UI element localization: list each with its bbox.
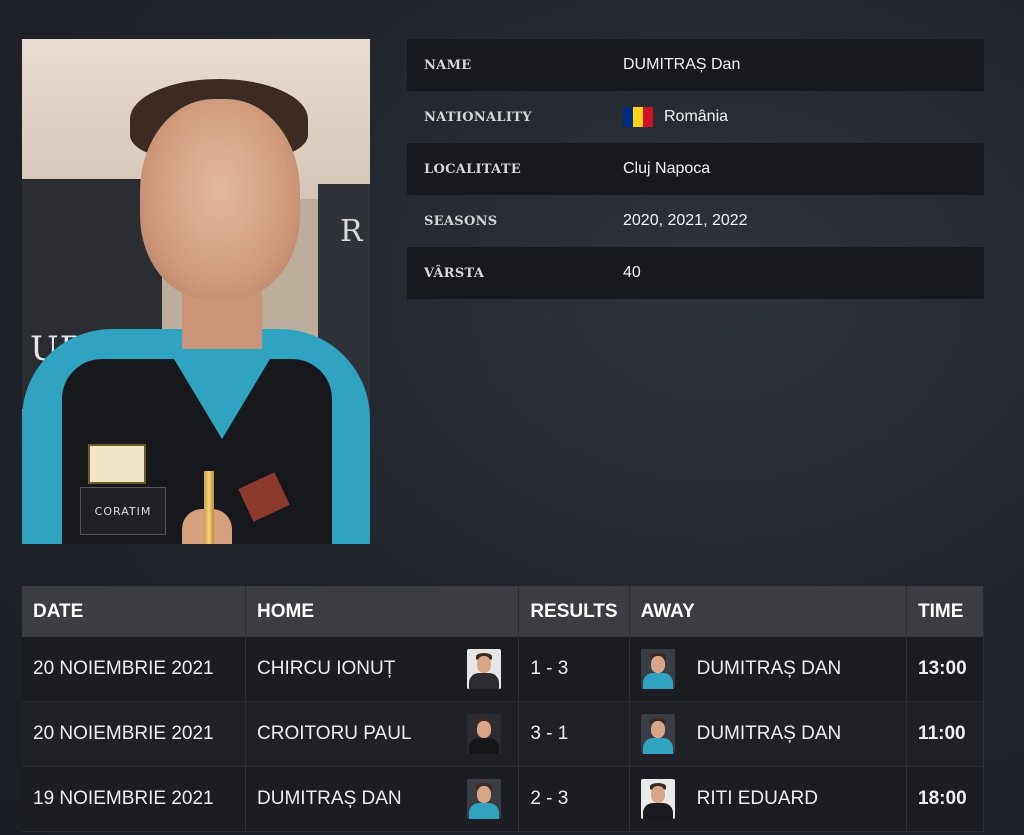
away-player-link[interactable]: RITI EDUARD (697, 788, 818, 810)
photo-cue (204, 471, 214, 544)
matches-table: DATE HOME RESULTS AWAY TIME 20 NOIEMBRIE… (22, 586, 984, 832)
match-date: 20 NOIEMBRIE 2021 (22, 701, 247, 767)
player-info-table: NAME DUMITRAȘ Dan NATIONALITY România LO… (407, 39, 984, 299)
photo-patch (88, 444, 146, 484)
away-player-avatar-icon[interactable] (640, 779, 675, 819)
photo-sponsor-patch: CORATIM (80, 487, 166, 535)
info-value: 2020, 2021, 2022 (623, 212, 748, 229)
player-photo: URY R CORATIM (22, 39, 370, 544)
info-row-localitate: LOCALITATE Cluj Napoca (407, 143, 984, 195)
match-time: 13:00 (906, 637, 984, 702)
match-time: 18:00 (906, 766, 984, 832)
info-row-varsta: VÂRSTA 40 (407, 247, 984, 299)
column-header-away[interactable]: AWAY (629, 586, 908, 637)
table-row[interactable]: 20 NOIEMBRIE 2021 CHIRCU IONUȚ 1 - 3 DUM… (22, 637, 984, 702)
home-player-link[interactable]: CHIRCU IONUȚ (257, 658, 395, 680)
column-header-time[interactable]: TIME (906, 586, 984, 637)
match-date: 19 NOIEMBRIE 2021 (22, 766, 247, 832)
away-player-link[interactable]: DUMITRAȘ DAN (697, 658, 842, 680)
match-home: CROITORU PAUL (245, 701, 520, 767)
match-result: 1 - 3 (518, 637, 630, 702)
info-value: DUMITRAȘ Dan (623, 56, 741, 73)
table-row[interactable]: 19 NOIEMBRIE 2021 DUMITRAȘ DAN 2 - 3 RIT… (22, 766, 984, 832)
match-result: 2 - 3 (518, 766, 630, 832)
match-date: 20 NOIEMBRIE 2021 (22, 637, 247, 702)
romania-flag-icon (623, 107, 653, 127)
column-header-home[interactable]: HOME (245, 586, 520, 637)
match-result: 3 - 1 (518, 701, 630, 767)
home-player-link[interactable]: CROITORU PAUL (257, 723, 412, 745)
info-value: Cluj Napoca (623, 160, 711, 177)
match-away: DUMITRAȘ DAN (629, 701, 908, 767)
banner-text-right: R (340, 214, 363, 249)
photo-collar (162, 339, 282, 439)
home-player-link[interactable]: DUMITRAȘ DAN (257, 788, 402, 810)
match-away: DUMITRAȘ DAN (629, 637, 908, 702)
column-header-results[interactable]: RESULTS (518, 586, 630, 637)
home-player-avatar-icon[interactable] (467, 649, 502, 689)
info-row-seasons: SEASONS 2020, 2021, 2022 (407, 195, 984, 247)
info-value: 40 (623, 264, 641, 281)
info-label: SEASONS (424, 213, 498, 229)
home-player-avatar-icon[interactable] (467, 779, 502, 819)
table-row[interactable]: 20 NOIEMBRIE 2021 CROITORU PAUL 3 - 1 DU… (22, 701, 984, 767)
info-row-nationality: NATIONALITY România (407, 91, 984, 143)
match-home: DUMITRAȘ DAN (245, 766, 520, 832)
nationality-text: România (664, 108, 729, 125)
info-value-nationality: România (623, 107, 728, 127)
info-label: NATIONALITY (424, 109, 532, 125)
info-label: VÂRSTA (424, 265, 485, 281)
info-label: NAME (424, 57, 472, 73)
info-row-name: NAME DUMITRAȘ Dan (407, 39, 984, 91)
match-time: 11:00 (906, 701, 984, 767)
matches-header-row: DATE HOME RESULTS AWAY TIME (22, 586, 984, 637)
photo-head (140, 99, 300, 299)
away-player-link[interactable]: DUMITRAȘ DAN (697, 723, 842, 745)
match-away: RITI EDUARD (629, 766, 908, 832)
column-header-date[interactable]: DATE (22, 586, 247, 637)
info-label: LOCALITATE (424, 161, 522, 177)
match-home: CHIRCU IONUȚ (245, 637, 520, 702)
away-player-avatar-icon[interactable] (640, 714, 675, 754)
away-player-avatar-icon[interactable] (640, 649, 675, 689)
home-player-avatar-icon[interactable] (467, 714, 502, 754)
